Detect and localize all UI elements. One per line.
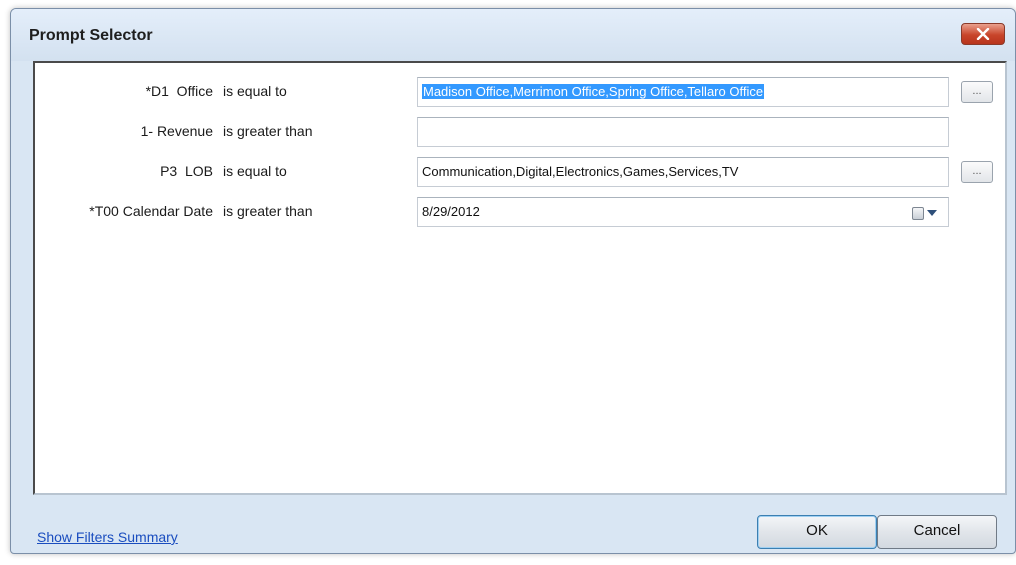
prompt-operator: is greater than bbox=[223, 123, 313, 139]
ok-button[interactable]: OK bbox=[757, 515, 877, 549]
prompt-operator: is equal to bbox=[223, 163, 287, 179]
revenue-value-field[interactable] bbox=[417, 117, 949, 147]
lob-picker-button[interactable]: ... bbox=[961, 161, 993, 183]
cancel-button[interactable]: Cancel bbox=[877, 515, 997, 549]
dialog-title: Prompt Selector bbox=[29, 27, 153, 44]
prompt-operator: is greater than bbox=[223, 203, 313, 219]
calendar-date-field[interactable]: 8/29/2012 bbox=[417, 197, 949, 227]
lob-value-field[interactable]: Communication,Digital,Electronics,Games,… bbox=[417, 157, 949, 187]
prompt-row-calendar-date: *T00 Calendar Date is greater than 8/29/… bbox=[35, 197, 1005, 227]
date-value: 8/29/2012 bbox=[422, 204, 480, 219]
prompt-row-lob: P3 LOB is equal to Communication,Digital… bbox=[35, 157, 1005, 187]
show-filters-summary-link[interactable]: Show Filters Summary bbox=[37, 529, 178, 545]
prompt-selector-dialog: Prompt Selector *D1 Office is equal to M… bbox=[10, 8, 1016, 554]
prompt-label: P3 LOB bbox=[160, 163, 213, 179]
date-dropdown-button[interactable] bbox=[912, 205, 940, 221]
prompts-panel: *D1 Office is equal to Madison Office,Me… bbox=[33, 61, 1007, 495]
chevron-down-icon bbox=[927, 210, 937, 216]
prompt-row-revenue: 1- Revenue is greater than bbox=[35, 117, 1005, 147]
selected-text: Madison Office,Merrimon Office,Spring Of… bbox=[422, 84, 765, 99]
title-bar: Prompt Selector bbox=[11, 9, 1015, 61]
prompt-operator: is equal to bbox=[223, 83, 287, 99]
prompt-label: 1- Revenue bbox=[140, 123, 213, 139]
office-picker-button[interactable]: ... bbox=[961, 81, 993, 103]
prompt-row-office: *D1 Office is equal to Madison Office,Me… bbox=[35, 77, 1005, 107]
calendar-icon bbox=[912, 206, 924, 220]
prompt-label: *D1 Office bbox=[145, 83, 213, 99]
close-icon bbox=[976, 28, 990, 40]
close-button[interactable] bbox=[961, 23, 1005, 45]
prompt-label: *T00 Calendar Date bbox=[89, 203, 213, 219]
office-value-field[interactable]: Madison Office,Merrimon Office,Spring Of… bbox=[417, 77, 949, 107]
